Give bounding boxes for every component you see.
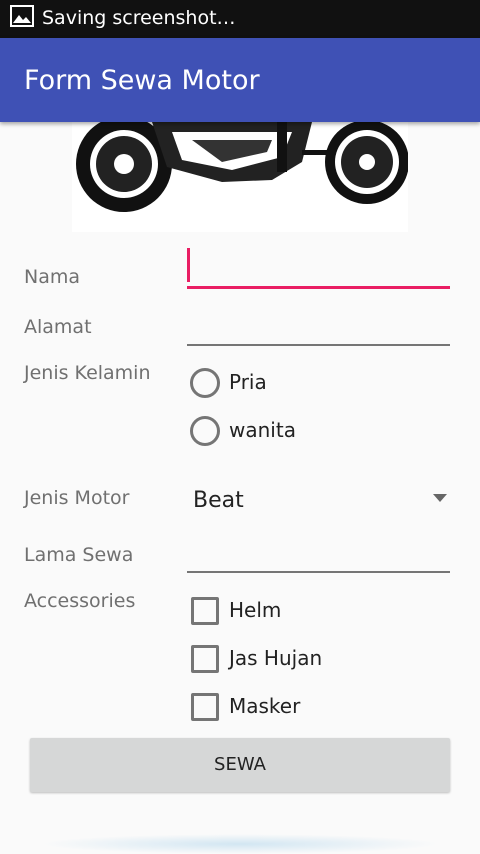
text-cursor [187, 248, 190, 282]
dropdown-arrow-icon[interactable] [433, 494, 447, 502]
alamat-label: Alamat [24, 316, 92, 338]
checkbox-masker[interactable] [191, 693, 219, 721]
status-bar: Saving screenshot… [0, 0, 480, 38]
image-icon [10, 5, 34, 27]
alamat-input[interactable] [187, 344, 450, 346]
checkbox-helm[interactable] [191, 597, 219, 625]
accessories-label: Accessories [24, 590, 136, 612]
lama-sewa-label: Lama Sewa [24, 544, 134, 566]
app-title: Form Sewa Motor [24, 65, 260, 96]
checkbox-jas-hujan-label[interactable]: Jas Hujan [229, 646, 322, 670]
jenis-kelamin-label: Jenis Kelamin [24, 362, 151, 384]
status-text: Saving screenshot… [42, 7, 236, 29]
jenis-motor-label: Jenis Motor [24, 487, 130, 509]
nama-label: Nama [24, 266, 81, 288]
radio-wanita[interactable] [190, 416, 220, 446]
nama-input[interactable] [187, 286, 450, 289]
lama-sewa-input[interactable] [187, 571, 450, 573]
app-bar: Form Sewa Motor [0, 38, 480, 122]
radio-pria-label[interactable]: Pria [229, 370, 267, 394]
spinner-selected-value[interactable]: Beat [193, 488, 244, 513]
bottom-glow [40, 834, 440, 854]
sewa-button[interactable]: SEWA [30, 738, 450, 792]
checkbox-masker-label[interactable]: Masker [229, 694, 300, 718]
checkbox-helm-label[interactable]: Helm [229, 598, 281, 622]
radio-pria[interactable] [190, 368, 220, 398]
sewa-button-label: SEWA [214, 754, 266, 775]
motorcycle-image [72, 122, 408, 232]
radio-wanita-label[interactable]: wanita [229, 418, 296, 442]
checkbox-jas-hujan[interactable] [191, 645, 219, 673]
